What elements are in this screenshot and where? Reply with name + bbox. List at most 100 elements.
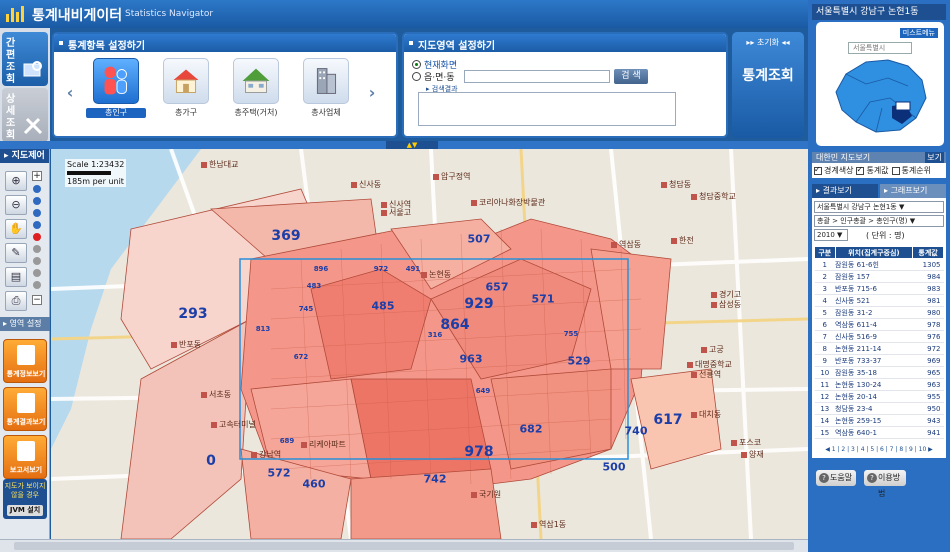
- table-row[interactable]: 5 잠원동 31-2 980: [814, 306, 944, 319]
- table-cell: 논현동 259-15: [835, 414, 913, 427]
- stats-info-button[interactable]: 통계정보보기: [3, 339, 47, 383]
- usage-guide-button[interactable]: ? 이용방법: [864, 470, 906, 498]
- table-row[interactable]: 14 논현동 259-15 943: [814, 414, 944, 427]
- stat-item-housing[interactable]: 총주택(거처): [226, 58, 286, 118]
- zoom-out-tool-icon[interactable]: ⊖: [5, 195, 27, 215]
- table-row[interactable]: 6 역삼동 611-4 978: [814, 318, 944, 331]
- table-row[interactable]: 13 청담동 23-4 950: [814, 402, 944, 415]
- map-poi-label: 압구정역: [433, 171, 470, 182]
- table-row[interactable]: 3 반포동 715-6 983: [814, 282, 944, 295]
- stats-result-button[interactable]: 통계결과보기: [3, 387, 47, 431]
- region-stat-value: 963: [459, 352, 483, 366]
- map-scale: Scale 1:23432 185m per unit: [65, 159, 127, 187]
- result-tabs: ▸ 결과보기 ▸ 그래프보기: [812, 184, 946, 198]
- table-cell: 9: [814, 354, 836, 367]
- region-stat-value: 369: [271, 228, 301, 244]
- map-tools-title-text: 지도제어: [11, 151, 45, 161]
- table-cell: 976: [912, 330, 944, 343]
- checkbox-stat-rank[interactable]: 통계순위: [891, 165, 931, 176]
- region-stat-value: 978: [464, 444, 494, 460]
- collapse-handle-icon[interactable]: ▲▼: [386, 141, 438, 149]
- housing-icon: [233, 58, 279, 104]
- table-row[interactable]: 8 논현동 211-14 972: [814, 342, 944, 355]
- table-cell: 논현동 20-14: [835, 390, 913, 403]
- household-icon: [163, 58, 209, 104]
- region-stat-value: 740: [624, 424, 648, 438]
- tab-detail-query-label: 상세조회: [6, 94, 16, 141]
- thematic-map[interactable]: Scale 1:23432 185m per unit 369 293 0 864 92…: [51, 149, 808, 539]
- table-cell: 신사동 521: [835, 294, 913, 307]
- map-poi-label: 역삼1동: [531, 519, 566, 530]
- region-search-input[interactable]: [464, 70, 610, 83]
- jvm-notice-text: 지도가 보이지 않을 경우: [4, 482, 46, 499]
- table-row[interactable]: 2 잠원동 157 984: [814, 270, 944, 283]
- table-row[interactable]: 12 논현동 20-14 955: [814, 390, 944, 403]
- map-poi-label: 신사동: [351, 179, 381, 190]
- display-options-view-button[interactable]: 보기: [925, 152, 944, 163]
- tab-simple-query-label: 간편조회: [6, 38, 16, 85]
- table-row[interactable]: 11 논현동 130-24 963: [814, 378, 944, 391]
- table-row[interactable]: 9 반포동 733-37 969: [814, 354, 944, 367]
- prev-arrow-icon[interactable]: ‹: [64, 84, 76, 102]
- horizontal-scrollbar[interactable]: [0, 539, 808, 552]
- region-stat-value: 657: [485, 280, 509, 294]
- map-poi-label: 선릉역: [691, 369, 721, 380]
- table-cell: 7: [814, 330, 836, 343]
- display-options-title: 대한민 지도보기: [816, 153, 871, 162]
- stat-item-business[interactable]: 총사업체: [296, 58, 356, 118]
- layers-icon[interactable]: ▤: [5, 267, 27, 287]
- tab-detail-query[interactable]: 상세조회: [2, 88, 48, 142]
- report-pen-icon: [17, 441, 35, 461]
- table-row[interactable]: 7 신사동 516-9 976: [814, 330, 944, 343]
- checkbox-stat-value[interactable]: 통계값: [856, 165, 889, 176]
- chart-document-icon: [17, 393, 35, 413]
- seoul-mini-map[interactable]: 미스트메뉴 서울특별시: [816, 22, 944, 146]
- map-poi-label: 반포동: [171, 339, 201, 350]
- result-year-select[interactable]: 2010 ▼: [814, 229, 848, 241]
- region-stat-value: 485: [371, 299, 395, 313]
- checkbox-boundary-color[interactable]: 경계색상: [814, 165, 853, 176]
- table-row[interactable]: 1 잠원동 61-6힌 1305: [814, 258, 944, 271]
- table-row[interactable]: 4 신사동 521 981: [814, 294, 944, 307]
- table-row[interactable]: 15 역삼동 640-1 941: [814, 426, 944, 439]
- unit-label: ( 단위 : 명): [866, 231, 905, 240]
- tab-result[interactable]: ▸ 결과보기: [812, 184, 878, 198]
- app-subtitle: Statistics Navigator: [125, 9, 214, 19]
- result-item-select[interactable]: 총괄 > 인구총괄 > 총인구(명) ▼: [814, 215, 944, 227]
- region-stat-value: 500: [602, 460, 626, 474]
- stat-item-housing-label: 총주택(거처): [234, 108, 278, 117]
- print-icon[interactable]: ⎙: [5, 291, 27, 311]
- zoom-plus-icon[interactable]: +: [32, 171, 42, 181]
- radio-region-label: 읍·면·동: [424, 73, 455, 83]
- measure-ruler-icon[interactable]: ✎: [5, 243, 27, 263]
- tab-graph[interactable]: ▸ 그래프보기: [880, 184, 946, 198]
- region-stat-value: 742: [423, 472, 447, 486]
- stat-item-household[interactable]: 총가구: [156, 58, 216, 118]
- zoom-slider[interactable]: + −: [32, 171, 42, 305]
- stats-panel-title: 통계항목 설정하기: [68, 41, 146, 52]
- table-cell: 955: [912, 390, 944, 403]
- pagination[interactable]: ◀ 1 | 2 | 3 | 4 | 5 | 6 | 7 | 8 | 9 | 10…: [814, 446, 944, 453]
- scrollbar-thumb[interactable]: [14, 542, 794, 550]
- search-result-list[interactable]: [418, 92, 676, 126]
- radio-region[interactable]: 읍·면·동: [412, 70, 455, 83]
- region-stat-value: 507: [467, 232, 491, 246]
- search-button[interactable]: 검 색: [614, 69, 648, 84]
- jvm-install-button[interactable]: JVM 설치: [7, 505, 43, 516]
- report-button[interactable]: 보고서보기: [3, 435, 47, 479]
- map-poi-label: 서울고: [381, 207, 411, 218]
- checkbox-icon: [856, 165, 865, 175]
- query-button[interactable]: 통계조회: [736, 54, 800, 98]
- pan-hand-icon[interactable]: ✋: [5, 219, 27, 239]
- table-row[interactable]: 10 잠원동 35-18 965: [814, 366, 944, 379]
- tab-simple-query[interactable]: 간편조회: [2, 32, 48, 86]
- next-arrow-icon[interactable]: ›: [366, 84, 378, 102]
- zoom-in-tool-icon[interactable]: ⊕: [5, 171, 27, 191]
- stat-item-population[interactable]: 총인구: [86, 58, 146, 118]
- zoom-minus-icon[interactable]: −: [32, 295, 42, 305]
- reset-button[interactable]: ▸▸ 초기화 ◂◂: [738, 37, 798, 49]
- help-button[interactable]: ? 도움말: [816, 470, 856, 486]
- result-region-select[interactable]: 서울특별시 강남구 논현1동 ▼: [814, 201, 944, 213]
- map-poi-label: 고속터미널: [211, 419, 256, 430]
- table-cell: 14: [814, 414, 836, 427]
